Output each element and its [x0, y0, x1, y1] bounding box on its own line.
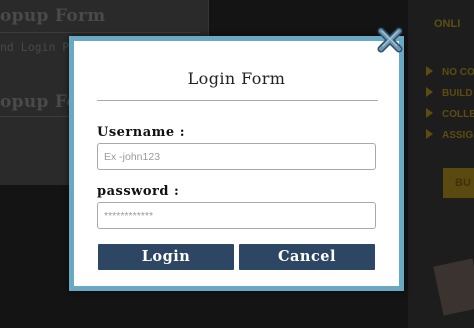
arrow-icon: [426, 129, 433, 139]
arrow-icon: [426, 66, 433, 76]
username-label: Username :: [97, 125, 186, 140]
modal-title: Login Form: [187, 69, 286, 88]
close-button[interactable]: [376, 26, 404, 54]
username-input[interactable]: [97, 143, 376, 170]
login-button[interactable]: Login: [98, 244, 234, 270]
password-input[interactable]: [97, 202, 376, 229]
background-card-title: opup Form: [0, 6, 106, 26]
login-modal: Login Form Username : password : Login C…: [69, 36, 404, 291]
background-sidebar-item: COLLE: [426, 108, 474, 120]
background-button: BU: [443, 168, 474, 198]
title-divider: [97, 100, 378, 101]
arrow-icon: [426, 87, 433, 97]
background-sidebar-heading: ONLI: [434, 18, 461, 30]
background-sidebar-item: ASSIG: [426, 129, 473, 141]
arrow-icon: [426, 108, 433, 118]
cancel-button[interactable]: Cancel: [239, 244, 375, 270]
background-divider: [0, 32, 200, 33]
background-sidebar-item: NO CO: [426, 66, 474, 78]
close-x-icon: [377, 27, 403, 53]
password-label: password :: [97, 184, 180, 199]
background-sidebar-item: BUILD: [426, 87, 473, 99]
